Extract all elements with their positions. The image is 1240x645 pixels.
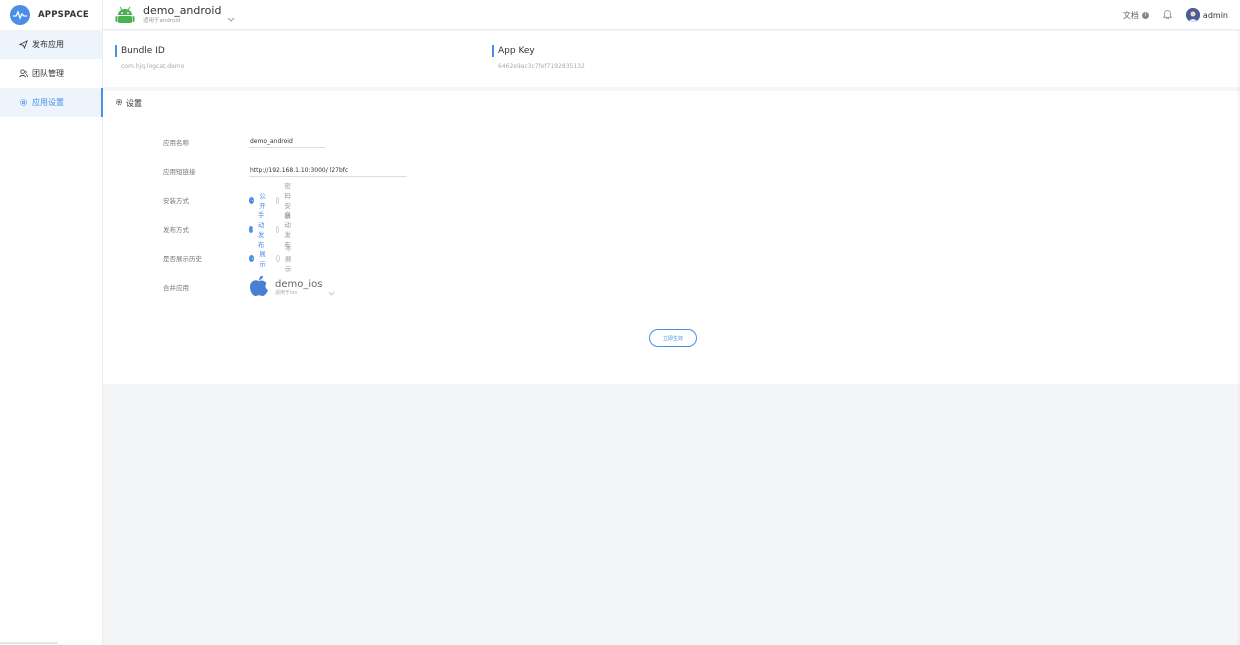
short-link-label: 应用短链接 [163, 168, 196, 176]
android-icon [115, 5, 135, 25]
sidebar-item-label: 应用设置 [32, 98, 64, 107]
bundle-id-block: Bundle ID com.hjq.logcat.demo [115, 45, 184, 70]
radio-label: 不展示 [284, 245, 292, 273]
radio-dot [249, 254, 255, 262]
merge-app-name: demo_ios [275, 279, 323, 290]
install-public-radio[interactable]: 公开 [249, 190, 268, 210]
app-key-value: 6462e9ac3c7fef7192835132 [498, 63, 585, 70]
info-icon: i [1141, 11, 1149, 19]
apply-now-button[interactable]: 立即生效 [649, 329, 697, 347]
chevron-down-icon [328, 281, 335, 300]
horizontal-scrollbar[interactable] [0, 642, 58, 644]
install-method-label: 安装方式 [163, 197, 189, 205]
appspace-logo-icon [10, 5, 30, 25]
settings-header: 设置 [103, 91, 1240, 115]
app-keys-section: Bundle ID com.hjq.logcat.demo App Key 64… [103, 31, 1240, 87]
show-history-label: 是否展示历史 [163, 255, 202, 263]
settings-panel: 设置 应用名称 应用短链接 安装方式 公开 密码安装 发布方式 [103, 91, 1240, 384]
radio-dot [249, 196, 255, 204]
sidebar-item-label: 发布应用 [32, 40, 64, 49]
top-header: demo_android 适用于android 文档 i admin [103, 0, 1240, 30]
radio-label: 公开 [259, 192, 266, 210]
app-name-input[interactable] [249, 136, 325, 148]
sidebar-item-app-settings[interactable]: 应用设置 [0, 88, 103, 117]
settings-title: 设置 [126, 98, 142, 108]
sidebar-nav: 发布应用 团队管理 应用设置 [0, 30, 103, 117]
header-actions: 文档 i admin [1123, 0, 1228, 30]
short-link-input[interactable] [249, 165, 407, 177]
gear-icon [115, 98, 123, 108]
brand[interactable]: APPSPACE [0, 0, 102, 30]
sidebar-item-label: 团队管理 [32, 69, 64, 78]
app-name-label: 应用名称 [163, 139, 189, 147]
radio-dot [275, 196, 280, 204]
radio-dot [249, 225, 253, 233]
avatar [1185, 8, 1200, 22]
radio-dot [275, 225, 280, 233]
publish-method-label: 发布方式 [163, 226, 189, 234]
docs-link[interactable]: 文档 i [1123, 10, 1149, 21]
docs-label: 文档 [1122, 10, 1139, 20]
gear-icon [18, 98, 28, 108]
bell-icon[interactable] [1162, 9, 1173, 21]
app-key-label: App Key [492, 45, 585, 57]
user-name: admin [1202, 10, 1228, 20]
bundle-id-value: com.hjq.logcat.demo [121, 63, 185, 70]
radio-dot [275, 254, 280, 262]
merge-app-label: 合并应用 [163, 284, 189, 292]
chevron-down-icon [227, 7, 235, 26]
app-switcher[interactable]: demo_android 适用于android [115, 3, 235, 26]
bundle-id-label: Bundle ID [115, 45, 184, 57]
history-show-radio[interactable]: 展示 [249, 248, 268, 268]
merge-app-platform: 适用于ios [275, 290, 298, 296]
sidebar-item-publish[interactable]: 发布应用 [0, 30, 102, 59]
right-edge-shadow [1236, 30, 1240, 645]
history-hide-radio[interactable]: 不展示 [275, 243, 295, 273]
team-icon [18, 69, 28, 79]
apple-icon [249, 275, 269, 301]
current-app-platform: 适用于android [143, 17, 181, 24]
sidebar-item-team[interactable]: 团队管理 [0, 59, 102, 88]
send-icon [18, 40, 28, 50]
current-app-name: demo_android [143, 3, 222, 17]
radio-label: 展示 [259, 250, 266, 268]
user-menu[interactable]: admin [1185, 8, 1228, 22]
merge-app-select[interactable]: demo_ios 适用于ios [249, 275, 335, 301]
sidebar: APPSPACE 发布应用 团队管理 应用设置 [0, 0, 103, 645]
app-key-block: App Key 6462e9ac3c7fef7192835132 [492, 45, 585, 70]
brand-name: APPSPACE [38, 10, 89, 20]
